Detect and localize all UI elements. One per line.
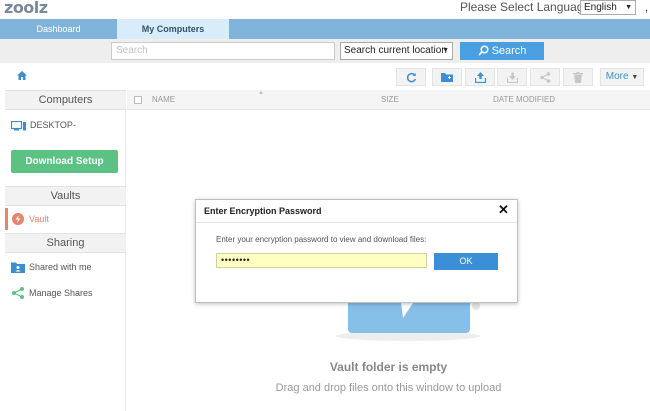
language-select[interactable]: English ▼	[580, 0, 636, 15]
encryption-password-dialog: Enter Encryption Password ✕ Enter your e…	[195, 199, 518, 303]
empty-subtitle: Drag and drop files onto this window to …	[275, 382, 502, 394]
download-button[interactable]	[497, 68, 527, 86]
vaults-heading: Vaults	[5, 186, 126, 206]
close-icon[interactable]: ✕	[498, 202, 509, 218]
language-label: Please Select Language :	[460, 0, 597, 14]
share-button[interactable]	[530, 68, 560, 86]
more-button[interactable]: More ▼	[600, 68, 644, 86]
computer-name: DESKTOP-	[30, 120, 76, 130]
page: zoolz Please Select Language : English ▼…	[0, 0, 650, 411]
top-bar: zoolz Please Select Language : English ▼…	[0, 0, 650, 19]
upload-icon	[474, 72, 486, 84]
tab-dashboard[interactable]: Dashboard	[0, 19, 117, 39]
dialog-title: Enter Encryption Password	[204, 206, 322, 216]
dialog-divider	[196, 222, 517, 223]
chevron-down-icon: ▼	[442, 47, 449, 54]
dialog-message: Enter your encryption password to view a…	[216, 235, 427, 244]
sharing-heading: Sharing	[5, 233, 126, 253]
search-bar: Search Search current location ▼ Search	[0, 39, 650, 63]
tick-mark: ,	[645, 2, 649, 14]
share-icon	[539, 72, 550, 83]
search-button[interactable]: Search	[460, 42, 544, 60]
tab-my-computers[interactable]: My Computers	[117, 19, 229, 39]
new-folder-button[interactable]	[432, 68, 462, 86]
search-button-label: Search	[491, 45, 527, 57]
chevron-down-icon: ▼	[625, 4, 632, 11]
column-size[interactable]: SIZE	[381, 90, 399, 110]
ok-button[interactable]: OK	[434, 253, 498, 270]
share-icon	[12, 287, 24, 299]
sidebar-item-shared-with-me[interactable]: Shared with me	[11, 260, 92, 274]
new-folder-icon	[441, 73, 453, 82]
shared-with-me-label: Shared with me	[29, 262, 92, 272]
more-label: More	[605, 71, 629, 82]
computers-heading: Computers	[5, 90, 126, 110]
column-name[interactable]: NAME	[152, 90, 175, 110]
refresh-icon	[406, 72, 416, 83]
trash-icon	[573, 72, 583, 83]
column-date-modified[interactable]: DATE MODIFIED	[493, 90, 555, 110]
shared-folder-icon	[11, 262, 25, 273]
sidebar-item-manage-shares[interactable]: Manage Shares	[11, 286, 93, 300]
toolbar: More ▼	[0, 63, 650, 90]
delete-button[interactable]	[563, 68, 593, 86]
language-selected: English	[584, 2, 617, 13]
sidebar: Computers DESKTOP- Download Setup Vaults…	[5, 90, 126, 411]
manage-shares-label: Manage Shares	[29, 288, 93, 298]
search-location-value: Search current location	[344, 45, 447, 56]
active-indicator	[5, 208, 8, 230]
sidebar-item-computer[interactable]: DESKTOP-	[10, 118, 76, 132]
search-input[interactable]: Search	[111, 42, 335, 60]
caret-down-icon: ▼	[631, 74, 639, 81]
password-field[interactable]: ••••••••	[216, 253, 427, 268]
vault-icon	[12, 213, 24, 225]
search-icon	[477, 45, 489, 56]
sidebar-item-vault[interactable]: Vault	[5, 208, 126, 230]
computer-icon	[10, 120, 26, 131]
select-all-checkbox[interactable]	[134, 96, 142, 104]
download-setup-button[interactable]: Download Setup	[11, 150, 118, 173]
sort-caret-icon: ▲	[258, 90, 264, 96]
file-list-header: ▲ NAME SIZE DATE MODIFIED	[127, 90, 650, 110]
main-nav: Dashboard My Computers	[0, 19, 650, 39]
empty-title: Vault folder is empty	[329, 360, 448, 374]
download-icon	[506, 72, 518, 84]
logo: zoolz	[4, 0, 48, 17]
refresh-button[interactable]	[396, 68, 426, 86]
upload-button[interactable]	[465, 68, 495, 86]
vault-label: Vault	[29, 214, 49, 224]
search-location-select[interactable]: Search current location ▼	[340, 42, 453, 60]
home-icon[interactable]	[17, 71, 27, 80]
